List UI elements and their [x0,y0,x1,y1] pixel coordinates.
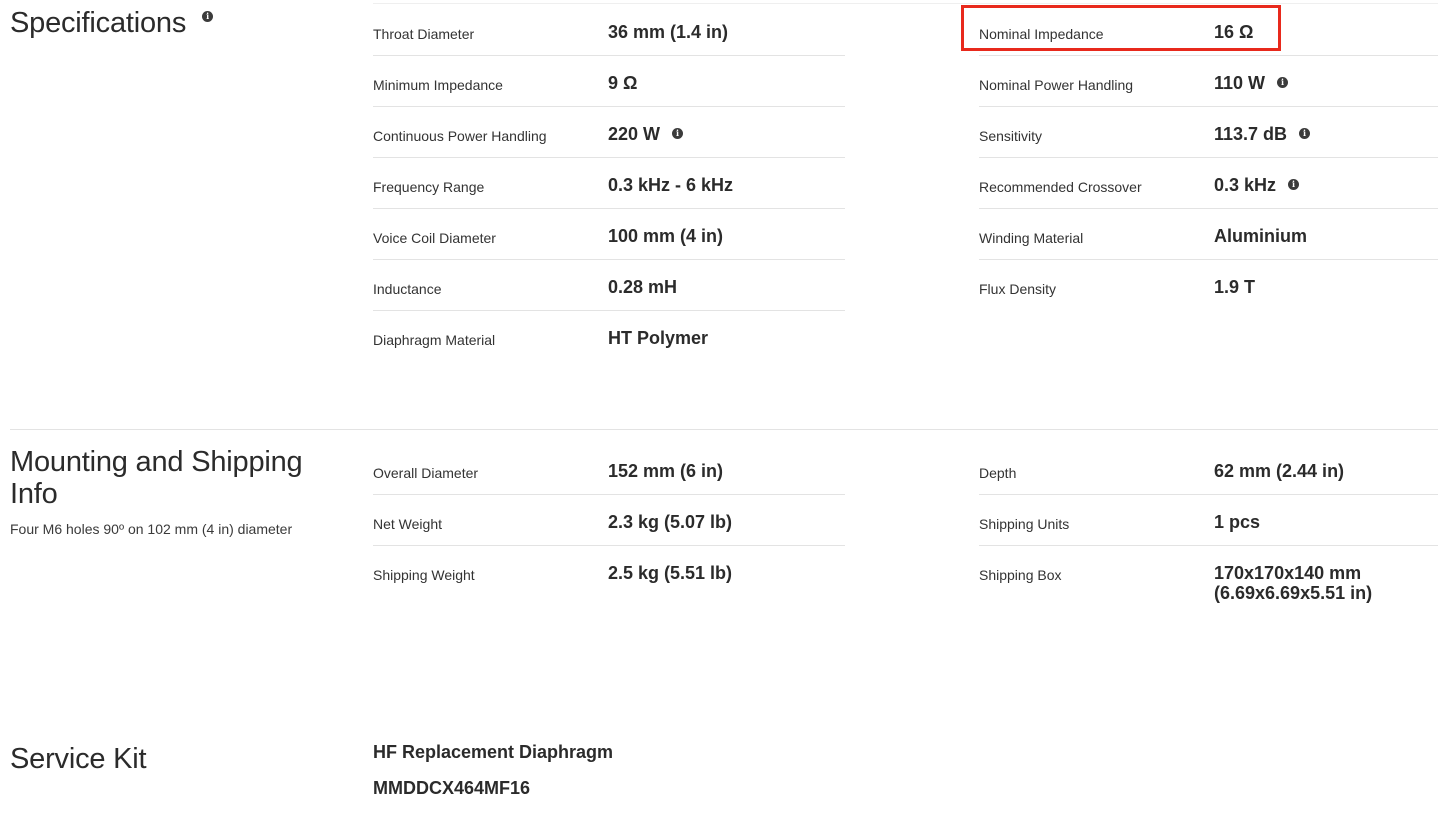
top-divider [373,3,1438,4]
spec-value: 2.5 kg (5.51 lb) [608,563,733,583]
spec-label: Voice Coil Diameter [373,230,496,246]
spec-value-text: 0.3 kHz - 6 kHz [608,175,734,195]
spec-value: 170x170x140 mm (6.69x6.69x5.51 in) [1214,563,1372,603]
spec-row: Net Weight 2.3 kg (5.07 lb) [373,495,845,546]
spec-value: 0.3 kHz i [1214,175,1300,195]
specifications-title-text: Specifications [10,7,187,39]
spec-row: Depth 62 mm (2.44 in) [979,444,1438,495]
spec-value-text: 36 mm (1.4 in) [608,22,729,42]
spec-value: 1 pcs [1214,512,1261,532]
spec-value: 2.3 kg (5.07 lb) [608,512,733,532]
spec-row: Sensitivity 113.7 dB i [979,107,1438,158]
spec-row: Nominal Power Handling 110 W i [979,56,1438,107]
spec-value-text: 100 mm (4 in) [608,226,724,246]
spec-value-line1: 170x170x140 mm [1214,563,1362,583]
spec-row: Continuous Power Handling 220 W i [373,107,845,158]
spec-row: Frequency Range 0.3 kHz - 6 kHz [373,158,845,209]
spec-row: Throat Diameter 36 mm (1.4 in) [373,5,845,56]
spec-row: Diaphragm Material HT Polymer [373,311,845,362]
info-icon[interactable]: i [1299,128,1311,140]
spec-row: Voice Coil Diameter 100 mm (4 in) [373,209,845,260]
spec-value: 0.3 kHz - 6 kHz [608,175,733,195]
spec-row: Minimum Impedance 9 Ω [373,56,845,107]
spec-row: Shipping Weight 2.5 kg (5.51 lb) [373,546,845,597]
spec-label: Shipping Units [979,516,1070,532]
spec-value: 100 mm (4 in) [608,226,723,246]
spec-value: 36 mm (1.4 in) [608,22,728,42]
info-icon[interactable]: i [202,10,213,22]
spec-label: Nominal Power Handling [979,77,1134,93]
spec-value: 1.9 T [1214,277,1255,297]
specifications-left-column: Throat Diameter 36 mm (1.4 in) Minimum I… [373,5,845,362]
spec-value-text: 9 Ω [608,73,638,93]
mounting-left-column: Overall Diameter 152 mm (6 in) Net Weigh… [373,444,845,597]
spec-value-text: 110 W [1214,73,1266,93]
service-kit-code: MMDDCX464MF16 [373,778,531,798]
spec-value-text: 0.3 kHz [1214,175,1277,195]
specifications-title: Specifications i [10,7,213,39]
spec-value: 113.7 dB i [1214,124,1311,144]
spec-value-text: Aluminium [1214,226,1307,246]
spec-label: Winding Material [979,230,1084,246]
spec-label: Frequency Range [373,179,485,195]
service-kit-name: HF Replacement Diaphragm [373,742,614,762]
spec-value-text: 220 W [608,124,661,144]
spec-value: HT Polymer [608,328,708,348]
spec-label: Flux Density [979,281,1057,297]
spec-value-text: 113.7 dB [1214,124,1288,144]
spec-row: Shipping Units 1 pcs [979,495,1438,546]
spec-label: Minimum Impedance [373,77,503,93]
section-divider [10,429,1438,430]
spec-label: Continuous Power Handling [373,128,547,144]
spec-value: 152 mm (6 in) [608,461,724,481]
spec-row: Shipping Box 170x170x140 mm (6.69x6.69x5… [979,546,1438,616]
spec-value-line2: (6.69x6.69x5.51 in) [1214,583,1373,603]
mounting-note: Four M6 holes 90º on 102 mm (4 in) diame… [10,521,293,537]
service-kit-title: Service Kit [10,743,147,775]
spec-row: Flux Density 1.9 T [979,260,1438,311]
spec-value: 220 W i [608,124,684,144]
spec-value: 110 W i [1214,73,1289,93]
spec-value-text: HT Polymer [608,328,709,348]
info-icon[interactable]: i [1277,77,1289,89]
mounting-title-line2: Info [10,478,58,510]
spec-label: Throat Diameter [373,26,475,42]
spec-label: Diaphragm Material [373,332,496,348]
spec-label: Recommended Crossover [979,179,1142,195]
spec-row: Inductance 0.28 mH [373,260,845,311]
spec-value-text: 1.9 T [1214,277,1256,297]
spec-value: 9 Ω [608,73,637,93]
spec-label: Shipping Weight [373,567,475,583]
spec-label: Overall Diameter [373,465,479,481]
spec-value: Aluminium [1214,226,1307,246]
spec-label: Shipping Box [979,567,1062,583]
info-icon[interactable]: i [1288,179,1300,191]
spec-row: Overall Diameter 152 mm (6 in) [373,444,845,495]
product-spec-page: Specifications i Throat Diameter 36 mm (… [0,0,1438,823]
spec-label: Depth [979,465,1017,481]
spec-value-text: 0.28 mH [608,277,678,297]
spec-label: Sensitivity [979,128,1043,144]
spec-value: 62 mm (2.44 in) [1214,461,1345,481]
mounting-right-column: Depth 62 mm (2.44 in) Shipping Units 1 p… [979,444,1438,616]
spec-label: Inductance [373,281,442,297]
spec-row: Recommended Crossover 0.3 kHz i [979,158,1438,209]
spec-label: Net Weight [373,516,442,532]
spec-value: 0.28 mH [608,277,677,297]
highlight-box [961,5,1281,51]
mounting-title-line1: Mounting and Shipping [10,446,303,478]
info-icon[interactable]: i [672,128,684,140]
spec-row: Winding Material Aluminium [979,209,1438,260]
mounting-title: Mounting and Shipping Info [10,446,303,510]
